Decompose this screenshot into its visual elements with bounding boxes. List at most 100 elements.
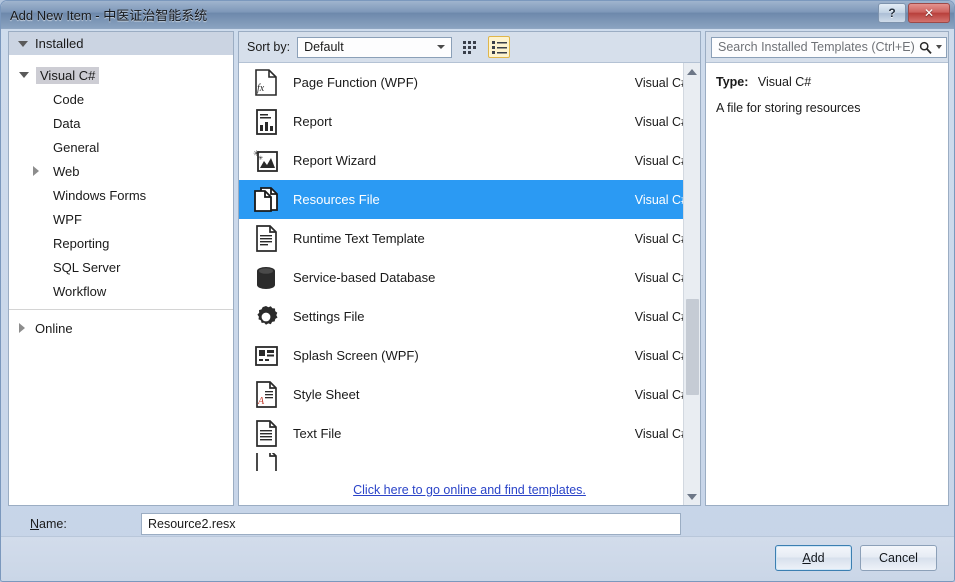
details-description: A file for storing resources	[716, 101, 861, 115]
tree-item-label: Workflow	[53, 283, 107, 299]
tree-item-workflow[interactable]: Workflow	[9, 279, 233, 303]
tree-item-label: General	[53, 139, 100, 155]
template-name: Text File	[293, 426, 342, 441]
sort-by-select[interactable]: Default	[297, 36, 453, 58]
file-icon	[249, 453, 283, 471]
page-function-icon: fx	[249, 69, 283, 96]
svg-text:✳: ✳	[258, 155, 263, 162]
svg-text:A: A	[257, 396, 265, 407]
scrollbar-thumb[interactable]	[686, 299, 699, 395]
grid-view-icon	[462, 40, 476, 54]
name-label-rest: ame:	[39, 517, 67, 531]
tree-item-data[interactable]: Data	[9, 111, 233, 135]
tree-divider	[9, 309, 233, 310]
sort-by-value: Default	[304, 40, 344, 54]
title-bar: Add New Item - 中医证治智能系统 ? ✕	[1, 1, 954, 29]
tree-item-label: Online	[35, 320, 73, 336]
template-name: Settings File	[293, 309, 365, 324]
tree-item-code[interactable]: Code	[9, 87, 233, 111]
template-language: Visual C#	[634, 75, 688, 90]
resources-file-icon	[249, 186, 283, 213]
report-icon	[249, 108, 283, 135]
scroll-down-button[interactable]	[684, 488, 700, 505]
template-name: Runtime Text Template	[293, 231, 425, 246]
template-row-page-function[interactable]: fx Page Function (WPF) Visual C#	[239, 63, 700, 102]
list-toolbar: Sort by: Default	[239, 32, 700, 63]
template-list[interactable]: fx Page Function (WPF) Visual C# Report …	[239, 63, 700, 505]
cancel-button[interactable]: Cancel	[860, 545, 937, 571]
online-templates-link[interactable]: Click here to go online and find templat…	[353, 483, 586, 497]
tree-item-reporting[interactable]: Reporting	[9, 231, 233, 255]
template-name: Page Function (WPF)	[293, 75, 418, 90]
name-row: Name: Resource2.resx	[8, 512, 949, 536]
installed-tree-pane: Installed Visual C# Code Data General We…	[8, 31, 234, 506]
template-row-service-based-database[interactable]: Service-based Database Visual C#	[239, 258, 700, 297]
tree-item-visual-csharp[interactable]: Visual C#	[9, 63, 233, 87]
help-button[interactable]: ?	[878, 3, 906, 23]
tree-item-general[interactable]: General	[9, 135, 233, 159]
template-list-scrollbar[interactable]	[683, 63, 700, 505]
name-input-value: Resource2.resx	[148, 517, 236, 531]
text-file-icon	[249, 420, 283, 447]
tree-item-sql-server[interactable]: SQL Server	[9, 255, 233, 279]
chevron-down-icon	[687, 493, 697, 500]
template-language: Visual C#	[634, 231, 688, 246]
list-view-icon	[491, 40, 507, 54]
template-language: Visual C#	[634, 309, 688, 324]
tree-header-label: Installed	[35, 36, 84, 51]
tree-header-installed[interactable]: Installed	[9, 32, 233, 55]
template-language: Visual C#	[634, 387, 688, 402]
template-row-style-sheet[interactable]: A Style Sheet Visual C#	[239, 375, 700, 414]
template-row-report[interactable]: Report Visual C#	[239, 102, 700, 141]
add-button[interactable]: Add	[775, 545, 852, 571]
template-name: Style Sheet	[293, 387, 360, 402]
template-name: Report Wizard	[293, 153, 377, 168]
template-row-partial[interactable]	[239, 453, 700, 471]
template-row-text-file[interactable]: Text File Visual C#	[239, 414, 700, 453]
template-row-runtime-text-template[interactable]: Runtime Text Template Visual C#	[239, 219, 700, 258]
tree-item-online[interactable]: Online	[9, 315, 233, 341]
template-row-report-wizard[interactable]: ✳ ✳ Report Wizard Visual C#	[239, 141, 700, 180]
dialog-footer: Add Cancel	[1, 536, 954, 581]
template-language: Visual C#	[634, 270, 688, 285]
template-language: Visual C#	[634, 348, 688, 363]
template-row-settings-file[interactable]: Settings File Visual C#	[239, 297, 700, 336]
chevron-down-icon[interactable]	[935, 45, 942, 49]
settings-file-icon	[249, 304, 283, 330]
online-templates-bar: Click here to go online and find templat…	[239, 474, 700, 505]
style-sheet-icon: A	[249, 381, 283, 408]
template-name: Resources File	[293, 192, 380, 207]
list-view-button[interactable]	[488, 36, 511, 58]
template-name: Splash Screen (WPF)	[293, 348, 419, 363]
template-list-pane: Sort by: Default fx Page Function (WPF) …	[238, 31, 701, 506]
search-icon	[919, 41, 932, 54]
tree-item-web[interactable]: Web	[9, 159, 233, 183]
details-pane: Search Installed Templates (Ctrl+E) Type…	[705, 31, 949, 506]
template-row-resources-file[interactable]: Resources File Visual C#	[239, 180, 700, 219]
scroll-up-button[interactable]	[684, 63, 700, 80]
tree-item-label: Windows Forms	[53, 187, 147, 203]
name-label-accesskey: N	[30, 517, 40, 531]
template-row-splash-screen[interactable]: Splash Screen (WPF) Visual C#	[239, 336, 700, 375]
template-language: Visual C#	[634, 192, 688, 207]
template-language: Visual C#	[634, 153, 688, 168]
name-input[interactable]: Resource2.resx	[141, 513, 681, 535]
search-input[interactable]: Search Installed Templates (Ctrl+E)	[711, 36, 947, 58]
tree-body: Visual C# Code Data General Web Windows …	[9, 55, 233, 504]
close-button[interactable]: ✕	[908, 3, 950, 23]
template-language: Visual C#	[634, 426, 688, 441]
cancel-button-label: Cancel	[879, 551, 918, 565]
add-button-accesskey: A	[802, 551, 811, 565]
tree-item-windows-forms[interactable]: Windows Forms	[9, 183, 233, 207]
grid-view-button[interactable]	[459, 36, 481, 58]
sort-by-label: Sort by:	[247, 40, 291, 54]
tree-item-label: SQL Server	[53, 259, 121, 275]
add-new-item-dialog: Add New Item - 中医证治智能系统 ? ✕ Installed Vi…	[0, 0, 955, 582]
tree-item-wpf[interactable]: WPF	[9, 207, 233, 231]
search-placeholder: Search Installed Templates (Ctrl+E)	[718, 40, 915, 54]
tree-item-label: WPF	[53, 211, 82, 227]
chevron-down-icon	[19, 72, 29, 78]
chevron-up-icon	[687, 68, 697, 75]
report-wizard-icon: ✳ ✳	[249, 148, 283, 174]
add-button-label: dd	[810, 551, 825, 565]
